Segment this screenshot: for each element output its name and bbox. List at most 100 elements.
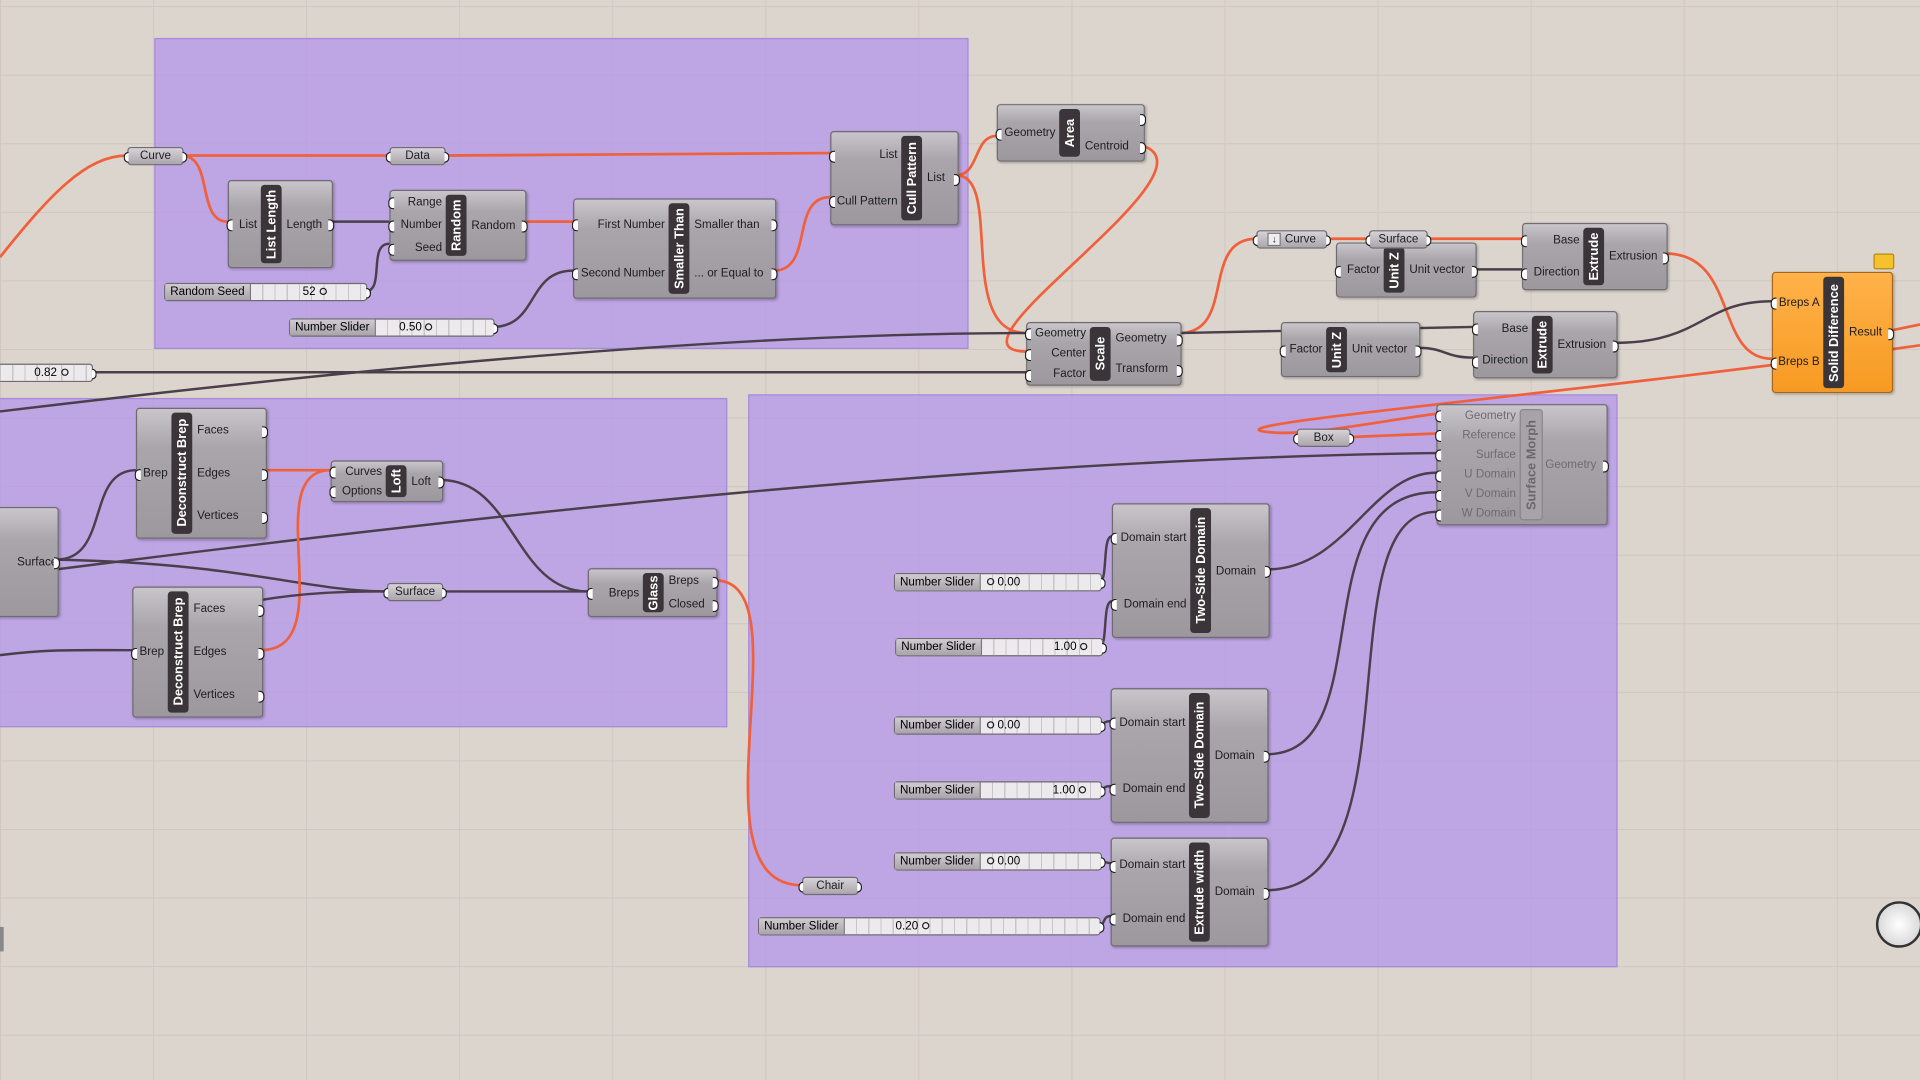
input-v-domain[interactable]: V Domain: [1435, 488, 1516, 502]
curve-1-param[interactable]: Curve: [123, 146, 188, 166]
grasshopper-canvas[interactable]: List Length List Length Random Range Number Se…: [0, 0, 1920, 1080]
output-faces[interactable]: Faces: [193, 602, 265, 617]
scale-component[interactable]: Scale Geometry Center Factor Geometry Transfo…: [1024, 322, 1183, 386]
threshold-slider[interactable]: Number Slider 0.50: [288, 318, 499, 337]
output-domain[interactable]: Domain: [1215, 749, 1270, 763]
output-loft[interactable]: Loft: [411, 474, 445, 489]
output-edges[interactable]: Edges: [193, 645, 265, 660]
input-brep[interactable]: Brep: [131, 645, 164, 660]
output-breps[interactable]: Breps: [669, 574, 719, 589]
output-vertices[interactable]: Vertices: [193, 688, 265, 703]
data-param[interactable]: Data: [385, 146, 450, 166]
input-breps[interactable]: Breps: [586, 586, 639, 601]
output-length[interactable]: Length: [287, 217, 335, 232]
output-extrusion[interactable]: Extrusion: [1558, 338, 1619, 353]
output-transform[interactable]: Transform: [1116, 362, 1183, 377]
slider-track[interactable]: 1.00: [981, 639, 1103, 656]
output-geometry[interactable]: Geometry: [1545, 458, 1609, 473]
cull-pattern-component[interactable]: Cull Pattern List Cull Pattern List: [828, 131, 961, 226]
two-side-domain-1-component[interactable]: Two-Side Domain Domain start Domain end Dom…: [1110, 503, 1272, 638]
output-domain[interactable]: Domain: [1216, 564, 1272, 578]
output-domain[interactable]: Domain: [1215, 885, 1270, 900]
extrude-width-component[interactable]: Extrude width Domain start Domain end Domai…: [1109, 837, 1270, 947]
surface-left-component[interactable]: Surface: [0, 506, 61, 618]
slider-knob-icon[interactable]: [60, 369, 68, 377]
input-first-number[interactable]: First Number: [571, 217, 665, 232]
input-breps-a[interactable]: Breps A: [1770, 296, 1820, 311]
input-factor[interactable]: Factor: [1024, 368, 1086, 382]
output-surface[interactable]: Surface: [17, 555, 61, 570]
area-component[interactable]: Area Geometry Centroid: [995, 104, 1147, 162]
input-domain-end[interactable]: Domain end: [1110, 597, 1187, 612]
slider-track[interactable]: 0.20: [844, 918, 1100, 935]
output-extrusion[interactable]: Extrusion: [1609, 250, 1669, 264]
navigation-compass-icon[interactable]: [1875, 901, 1920, 948]
two-side-domain-2-component[interactable]: Two-Side Domain Domain start Domain end Dom…: [1109, 688, 1270, 823]
input-breps-b[interactable]: Breps B: [1770, 355, 1820, 370]
u-start-slider[interactable]: Number Slider 0.00: [893, 573, 1106, 592]
output-closed[interactable]: Closed: [669, 598, 719, 612]
input-u-domain[interactable]: U Domain: [1435, 468, 1516, 482]
surface-2-param[interactable]: Surface: [383, 582, 447, 602]
loft-component[interactable]: Loft Curves Options Loft: [329, 460, 445, 503]
slider-track[interactable]: 0.00: [980, 717, 1101, 734]
input-surface[interactable]: Surface: [1435, 448, 1516, 463]
glass-component[interactable]: Glass Breps Breps Closed: [586, 568, 719, 618]
input-direction[interactable]: Direction: [1520, 266, 1580, 281]
output-vertices[interactable]: Vertices: [197, 509, 269, 524]
surface-1-param[interactable]: Surface: [1365, 230, 1432, 249]
input-list[interactable]: List: [828, 148, 898, 163]
random-seed-slider[interactable]: Random Seed 52: [164, 282, 372, 302]
input-second-number[interactable]: Second Number: [571, 266, 665, 281]
slider-knob-icon[interactable]: [1080, 643, 1088, 651]
deconstruct-brep-1-component[interactable]: Deconstruct Brep Brep Faces Edges Vertices: [134, 407, 269, 539]
slider-track[interactable]: 1.00: [980, 782, 1101, 799]
input-factor[interactable]: Factor: [1279, 343, 1322, 357]
solid-difference-component[interactable]: Solid Difference Breps A Breps B Result: [1770, 271, 1895, 394]
list-length-component[interactable]: List Length List Length: [226, 180, 335, 269]
output-port[interactable]: [1085, 112, 1147, 127]
slider-knob-icon[interactable]: [921, 922, 930, 930]
box-param[interactable]: Box: [1293, 428, 1355, 447]
v-start-slider[interactable]: Number Slider 0.00: [893, 716, 1106, 735]
group-glass[interactable]: [0, 397, 728, 728]
slider-knob-icon[interactable]: [986, 857, 994, 866]
input-geometry[interactable]: Geometry: [1024, 327, 1086, 341]
output-unit-vector[interactable]: Unit vector: [1409, 263, 1478, 278]
unit-z-1-component[interactable]: Unit Z Factor Unit vector: [1334, 242, 1478, 298]
input-curves[interactable]: Curves: [329, 465, 382, 479]
input-number[interactable]: Number: [388, 219, 442, 233]
output-centroid[interactable]: Centroid: [1085, 140, 1147, 154]
input-list[interactable]: List: [226, 217, 257, 232]
input-brep[interactable]: Brep: [134, 467, 168, 481]
smaller-than-component[interactable]: Smaller Than First Number Second Number Sma…: [571, 198, 778, 299]
v-end-slider[interactable]: Number Slider 1.00: [893, 781, 1106, 800]
input-direction[interactable]: Direction: [1471, 354, 1528, 369]
slider-track[interactable]: 0.00: [980, 574, 1101, 591]
slider-knob-icon[interactable]: [986, 578, 994, 586]
input-geometry[interactable]: Geometry: [1435, 408, 1516, 423]
output-list[interactable]: List: [927, 171, 961, 186]
input-domain-start[interactable]: Domain start: [1109, 716, 1185, 730]
w-end-slider[interactable]: Number Slider 0.20: [757, 917, 1105, 936]
curve-2-param[interactable]: ↓ Curve: [1252, 230, 1332, 249]
input-range[interactable]: Range: [388, 196, 442, 210]
extrude-1-component[interactable]: Extrude Base Direction Extrusion: [1520, 222, 1669, 291]
chair-param[interactable]: Chair: [798, 876, 863, 896]
output-smaller-than[interactable]: Smaller than: [694, 217, 778, 232]
u-end-slider[interactable]: Number Slider 1.00: [895, 637, 1107, 657]
input-domain-end[interactable]: Domain end: [1109, 782, 1185, 796]
input-domain-start[interactable]: Domain start: [1109, 859, 1185, 873]
random-component[interactable]: Random Range Number Seed Random: [388, 189, 528, 261]
slider-knob-icon[interactable]: [986, 721, 994, 730]
input-options[interactable]: Options: [329, 484, 382, 499]
output-geometry[interactable]: Geometry: [1116, 332, 1183, 346]
input-domain-end[interactable]: Domain end: [1109, 912, 1185, 927]
output-result[interactable]: Result: [1849, 326, 1895, 340]
input-cull-pattern[interactable]: Cull Pattern: [828, 194, 898, 209]
output--or-equal-to[interactable]: ... or Equal to: [694, 266, 778, 281]
output-random[interactable]: Random: [471, 219, 528, 233]
input-domain-start[interactable]: Domain start: [1110, 531, 1187, 545]
input-reference[interactable]: Reference: [1435, 428, 1516, 443]
output-edges[interactable]: Edges: [197, 467, 269, 481]
